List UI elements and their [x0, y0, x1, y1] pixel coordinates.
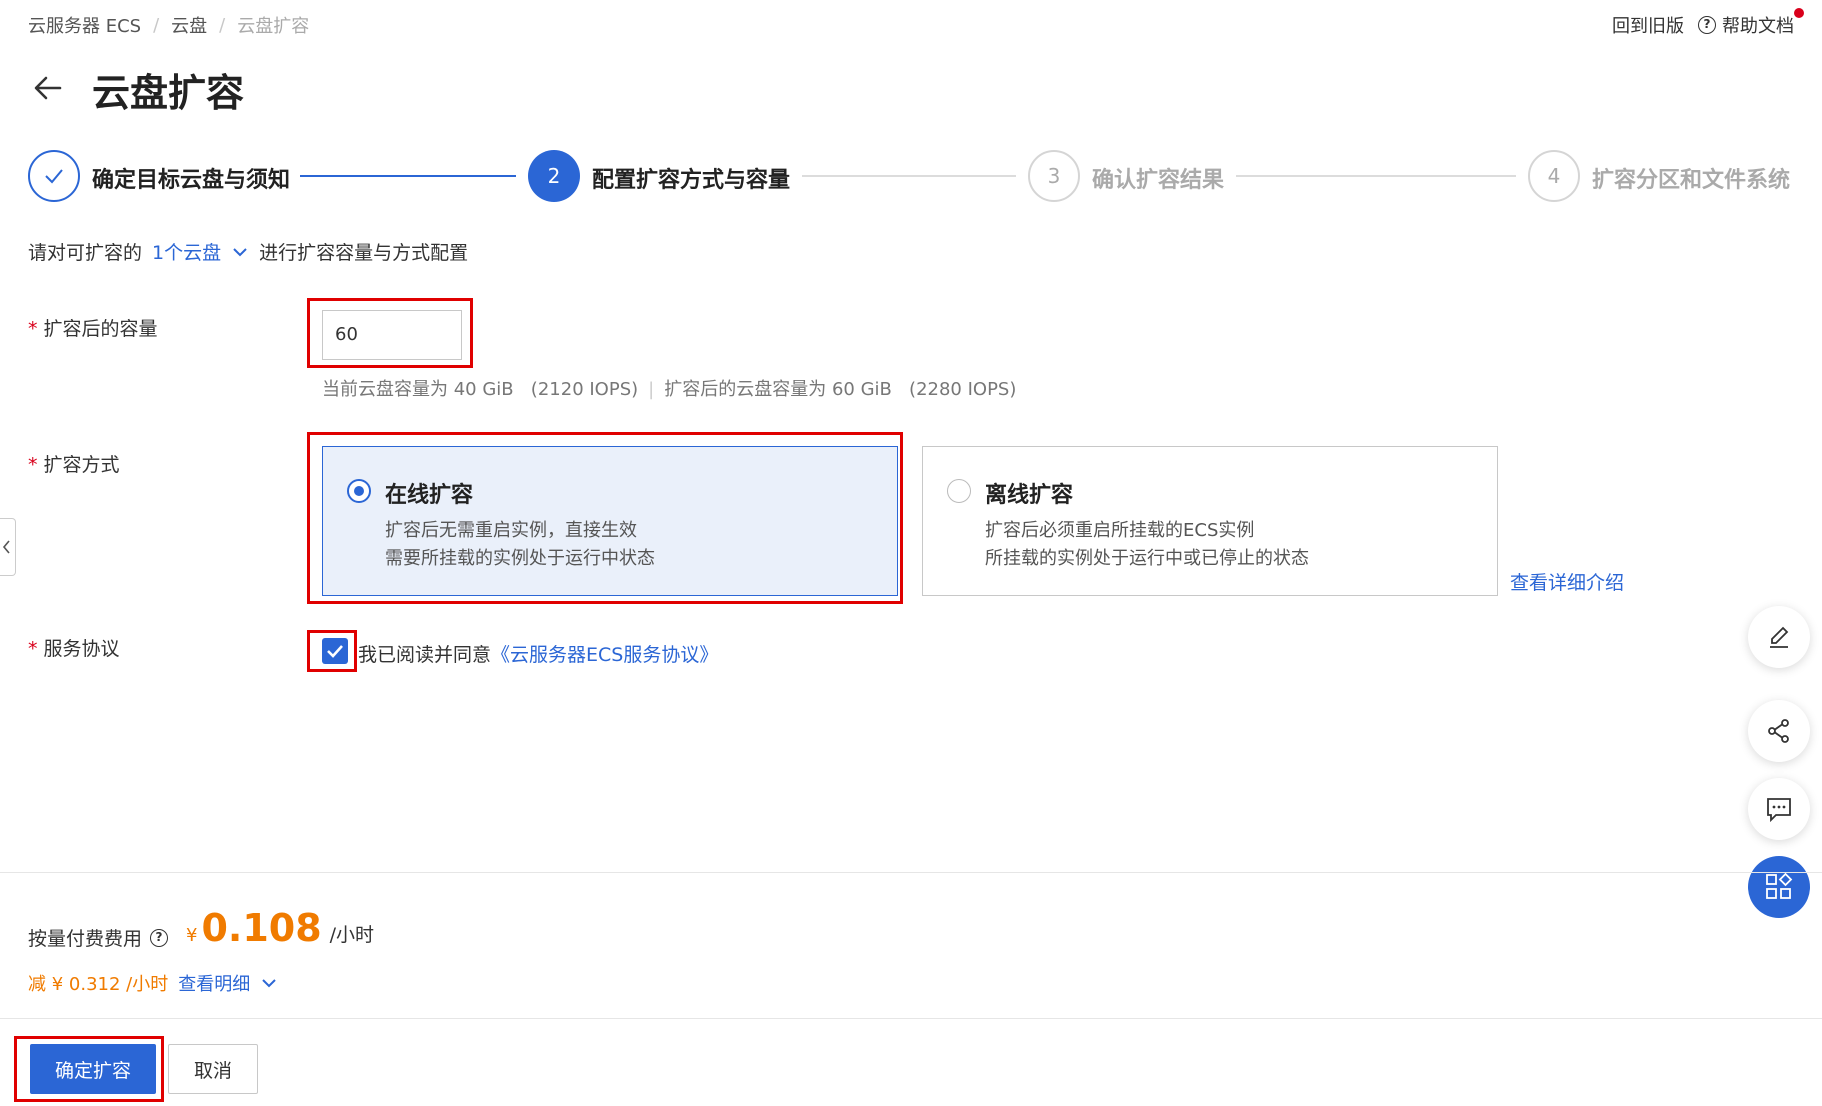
breadcrumb-separator: / [153, 14, 160, 36]
feedback-icon [1767, 798, 1791, 823]
required-mark: * [28, 454, 38, 476]
online-title: 在线扩容 [385, 483, 474, 508]
agreement-label-text: 服务协议 [43, 638, 120, 660]
offline-title: 离线扩容 [985, 483, 1074, 508]
step-3-circle: 3 [1028, 150, 1080, 202]
agreement-label: * 服务协议 [28, 634, 120, 661]
step-connector [300, 175, 516, 177]
agreement-checkbox[interactable] [322, 638, 348, 664]
price-unit: /小时 [329, 924, 375, 946]
method-label-text: 扩容方式 [43, 454, 120, 476]
step-1-label: 确定目标云盘与须知 [92, 168, 291, 193]
capacity-current: 当前云盘容量为 40 GiB (2120 IOPS) [322, 379, 639, 400]
online-radio[interactable] [347, 479, 371, 503]
action-divider [0, 1018, 1822, 1019]
edit-icon [1770, 626, 1789, 648]
offline-radio[interactable] [947, 479, 971, 503]
check-icon [45, 169, 63, 184]
offline-desc-1: 扩容后必须重启所挂载的ECS实例 [985, 520, 1255, 541]
chevron-down-icon[interactable] [231, 243, 249, 261]
required-mark: * [28, 638, 38, 660]
breadcrumb-ecs[interactable]: 云服务器 ECS [28, 12, 141, 38]
arrow-left-icon[interactable] [30, 70, 66, 106]
offline-desc-2: 所挂载的实例处于运行中或已停止的状态 [985, 548, 1309, 569]
step-connector [802, 175, 1016, 177]
capacity-input[interactable]: 60 [322, 310, 462, 360]
breadcrumb: 云服务器 ECS / 云盘 / 云盘扩容 [28, 12, 309, 38]
confirm-expand-button[interactable]: 确定扩容 [30, 1044, 156, 1094]
online-desc-1: 扩容后无需重启实例，直接生效 [385, 520, 637, 541]
online-desc-2: 需要所挂载的实例处于运行中状态 [385, 548, 655, 569]
method-label: * 扩容方式 [28, 450, 120, 477]
price-value: 0.108 [201, 906, 322, 950]
discount-row: 减 ¥ 0.312 /小时 查看明细 [28, 970, 278, 996]
question-circle-icon[interactable]: ? [150, 928, 169, 947]
step-1-circle [28, 150, 80, 202]
edit-tool-button[interactable] [1748, 606, 1810, 668]
capacity-tip: 当前云盘容量为 40 GiB (2120 IOPS) | 扩容后的云盘容量为 60 … [322, 375, 1016, 401]
step-3-label: 确认扩容结果 [1092, 168, 1225, 193]
agreement-prefix: 我已阅读并同意 [358, 644, 492, 666]
help-docs-link[interactable]: ? 帮助文档 [1698, 8, 1804, 38]
breadcrumb-current: 云盘扩容 [237, 16, 310, 37]
disk-count-link[interactable]: 1个云盘 [152, 238, 221, 265]
chevron-down-icon[interactable] [260, 974, 278, 992]
intro-prefix: 请对可扩容的 [28, 242, 143, 264]
discount-text: 减 ¥ 0.312 /小时 [28, 974, 169, 995]
step-4-circle: 4 [1528, 150, 1580, 202]
intro-suffix: 进行扩容容量与方式配置 [259, 242, 469, 264]
top-right-links: 回到旧版 ? 帮助文档 [1612, 8, 1804, 38]
offline-expand-card[interactable]: 离线扩容 扩容后必须重启所挂载的ECS实例 所挂载的实例处于运行中或已停止的状态 [922, 446, 1498, 596]
fee-label: 按量付费费用 ? [28, 924, 174, 951]
agreement-text: 我已阅读并同意《云服务器ECS服务协议》 [358, 640, 718, 667]
step-2-circle: 2 [528, 150, 580, 202]
price: ¥ 0.108 /小时 [186, 906, 374, 950]
old-version-link[interactable]: 回到旧版 [1612, 12, 1684, 38]
apps-tool-button[interactable] [1748, 856, 1810, 918]
footer-divider [0, 872, 1822, 873]
price-currency: ¥ [186, 925, 198, 946]
step-2-label: 配置扩容方式与容量 [592, 168, 791, 193]
intro-text: 请对可扩容的 1个云盘 进行扩容容量与方式配置 [28, 238, 468, 265]
chevron-left-icon [2, 540, 10, 554]
help-docs-label: 帮助文档 [1722, 16, 1794, 37]
step-connector [1236, 175, 1516, 177]
fee-detail-link[interactable]: 查看明细 [178, 970, 250, 996]
page-title: 云盘扩容 [92, 71, 245, 115]
share-tool-button[interactable] [1748, 700, 1810, 762]
sidebar-collapse-tab[interactable] [0, 518, 16, 576]
breadcrumb-separator: / [219, 14, 226, 36]
feedback-tool-button[interactable] [1748, 778, 1810, 840]
apps-icon [1766, 872, 1793, 899]
capacity-label: * 扩容后的容量 [28, 314, 158, 341]
question-circle-icon: ? [1698, 16, 1716, 34]
capacity-after: 扩容后的云盘容量为 60 GiB (2280 IOPS) [664, 379, 1017, 400]
cancel-button[interactable]: 取消 [168, 1044, 258, 1094]
agreement-link[interactable]: 《云服务器ECS服务协议》 [491, 644, 718, 666]
fee-label-text: 按量付费费用 [28, 928, 143, 950]
share-icon [1768, 719, 1789, 743]
online-expand-card[interactable]: 在线扩容 扩容后无需重启实例，直接生效 需要所挂载的实例处于运行中状态 [322, 446, 898, 596]
detail-intro-link[interactable]: 查看详细介绍 [1510, 568, 1624, 595]
required-mark: * [28, 318, 38, 340]
tip-separator: | [648, 379, 655, 400]
notification-dot [1794, 8, 1804, 18]
capacity-label-text: 扩容后的容量 [43, 318, 158, 340]
step-4-label: 扩容分区和文件系统 [1592, 168, 1791, 193]
breadcrumb-disk[interactable]: 云盘 [171, 12, 207, 38]
check-icon [327, 645, 343, 658]
